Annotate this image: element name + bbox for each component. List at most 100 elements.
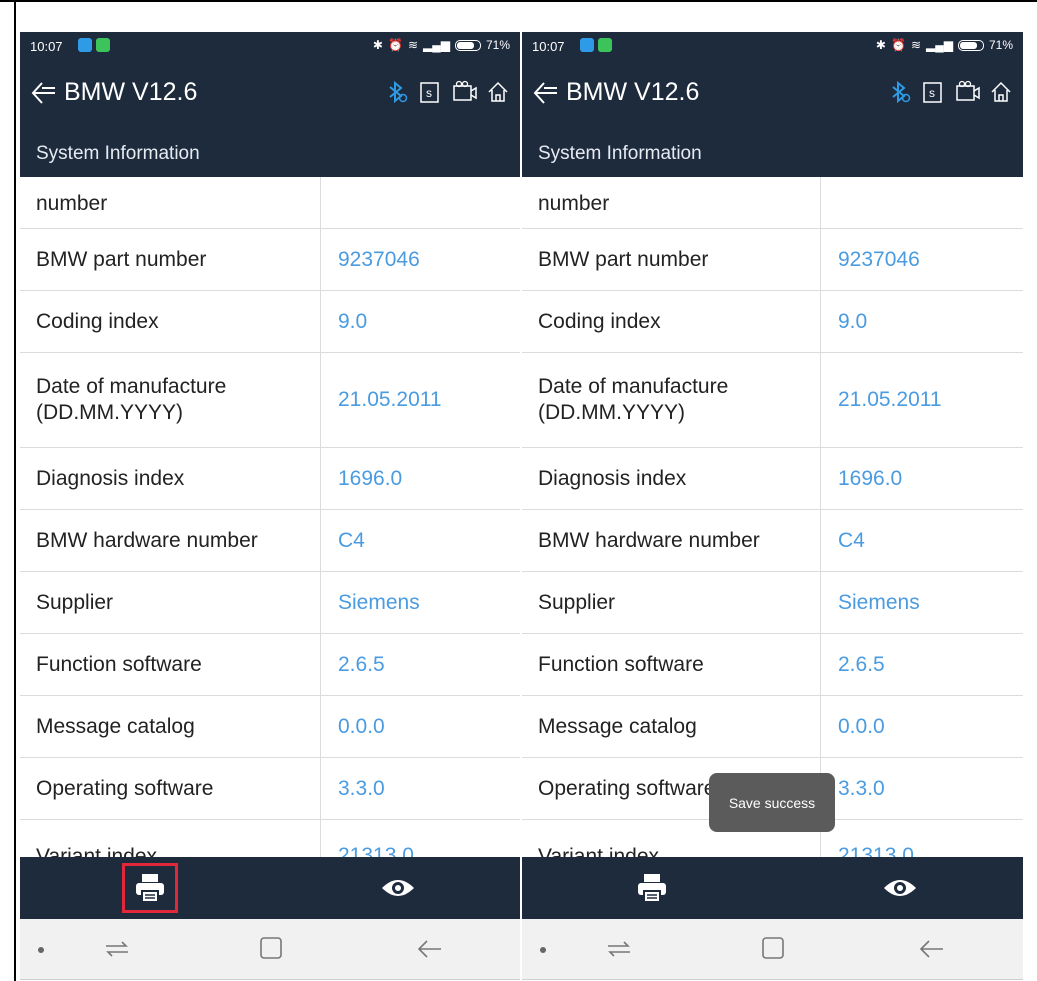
status-icons: ✱ ⏰ ≋ ▂▄▆ 71% (373, 38, 510, 52)
phone-screen-right: 10:07 ✱ ⏰ ≋ ▂▄▆ 71% BMW V12.6 s System I… (522, 32, 1023, 980)
row-label: Coding index (36, 309, 159, 333)
row-label: Function software (538, 652, 704, 676)
info-table: number BMW part number 9237046 Coding in… (522, 177, 1023, 857)
table-row: Function software 2.6.5 (522, 634, 1023, 696)
row-value: C4 (338, 528, 365, 552)
print-icon (136, 874, 164, 903)
row-label: BMW hardware number (538, 528, 760, 552)
print-button[interactable] (624, 863, 680, 913)
view-button[interactable] (370, 865, 426, 911)
home-square-icon[interactable] (760, 935, 786, 961)
table-row: Message catalog 0.0.0 (20, 696, 520, 758)
view-button[interactable] (872, 865, 928, 911)
bluetooth-status-icon: ✱ (875, 38, 886, 52)
page-subtitle: System Information (538, 143, 702, 164)
row-label: Variant index (36, 845, 158, 857)
app-bar: BMW V12.6 s System Information (20, 60, 520, 177)
status-icons: ✱ ⏰ ≋ ▂▄▆ 71% (876, 38, 1013, 52)
row-value: 9.0 (838, 309, 868, 333)
frame-top-border (0, 0, 1037, 2)
row-label: Variant index (538, 845, 660, 857)
home-square-icon[interactable] (258, 935, 284, 961)
app-title: BMW V12.6 (64, 78, 198, 106)
table-row: Coding index 9.0 (522, 291, 1023, 353)
bluetooth-icon[interactable] (887, 80, 911, 104)
table-row: Date of manufacture (DD.MM.YYYY) 21.05.2… (20, 353, 520, 448)
bluetooth-icon[interactable] (384, 80, 408, 104)
row-value: 21.05.2011 (338, 388, 442, 411)
s-box-icon[interactable]: s (921, 80, 945, 104)
signal-icon: ▂▄▆ (423, 38, 450, 52)
row-value: 3.3.0 (838, 776, 885, 800)
app-bar: BMW V12.6 s System Information (522, 60, 1023, 177)
row-value: 21.05.2011 (838, 388, 942, 411)
eye-icon (884, 880, 916, 896)
nav-back-icon[interactable] (415, 937, 445, 961)
home-icon[interactable] (989, 80, 1013, 104)
row-label: Diagnosis index (36, 466, 185, 490)
table-row: Coding index 9.0 (20, 291, 520, 353)
row-value: 3.3.0 (338, 776, 385, 800)
row-label: Diagnosis index (538, 466, 687, 490)
table-row: BMW part number 9237046 (20, 229, 520, 291)
system-nav-bar (20, 919, 520, 980)
row-label: Date of manufacture (DD.MM.YYYY) (538, 375, 729, 424)
table-row: Diagnosis index 1696.0 (522, 448, 1023, 510)
row-label: Supplier (538, 590, 616, 614)
back-arrow-icon[interactable] (532, 80, 560, 106)
print-button[interactable] (122, 863, 178, 913)
table-row: BMW part number 9237046 (522, 229, 1023, 291)
page-subtitle: System Information (36, 143, 200, 164)
notification-badges (580, 38, 612, 52)
battery-icon (454, 39, 481, 51)
status-bar: 10:07 ✱ ⏰ ≋ ▂▄▆ 71% (522, 32, 1023, 60)
app-toolbar: s (384, 80, 510, 104)
table-row: Operating software 3.3.0 (20, 758, 520, 820)
nav-back-icon[interactable] (917, 937, 947, 961)
row-label: BMW part number (36, 247, 207, 271)
app-title: BMW V12.6 (566, 78, 700, 106)
row-label: Message catalog (538, 714, 697, 738)
camera-icon[interactable] (955, 80, 980, 104)
row-value: 9.0 (338, 309, 368, 333)
frame-left-border (14, 0, 16, 981)
camera-icon[interactable] (452, 80, 477, 104)
wifi-icon: ≋ (407, 38, 418, 52)
status-bar: 10:07 ✱ ⏰ ≋ ▂▄▆ 71% (20, 32, 520, 60)
print-icon (638, 874, 666, 903)
back-arrow-icon[interactable] (30, 80, 58, 106)
alarm-icon: ⏰ (890, 38, 906, 52)
row-label: Supplier (36, 590, 114, 614)
recent-apps-icon[interactable] (102, 937, 132, 961)
home-icon[interactable] (486, 80, 510, 104)
recent-apps-icon[interactable] (604, 937, 634, 961)
row-label: Date of manufacture (DD.MM.YYYY) (36, 375, 227, 424)
row-value: 9237046 (338, 247, 420, 271)
row-value: C4 (838, 528, 865, 552)
alarm-icon: ⏰ (387, 38, 403, 52)
app-notification-icon (96, 38, 110, 52)
table-row: BMW hardware number C4 (20, 510, 520, 572)
s-box-icon[interactable]: s (418, 80, 442, 104)
table-row: Date of manufacture (DD.MM.YYYY) 21.05.2… (522, 353, 1023, 448)
table-row: BMW hardware number C4 (522, 510, 1023, 572)
row-label: BMW hardware number (36, 528, 258, 552)
row-value: 2.6.5 (338, 652, 385, 676)
row-value: 9237046 (838, 247, 920, 271)
status-time: 10:07 (532, 39, 565, 54)
save-success-toast: Save success (709, 773, 835, 832)
row-value: Siemens (838, 590, 920, 614)
signal-icon: ▂▄▆ (926, 38, 953, 52)
row-label: Operating software (36, 776, 214, 800)
system-nav-bar (522, 919, 1023, 980)
bluetooth-status-icon: ✱ (372, 38, 383, 52)
row-value: 21313.0 (838, 844, 914, 857)
phone-screen-left: 10:07 ✱ ⏰ ≋ ▂▄▆ 71% BMW V12.6 s System I… (20, 32, 520, 980)
table-row: Diagnosis index 1696.0 (20, 448, 520, 510)
nav-dot-icon (540, 947, 546, 953)
row-value: 1696.0 (338, 466, 403, 490)
table-row: Supplier Siemens (522, 572, 1023, 634)
svg-text:s: s (426, 86, 432, 100)
row-value: 2.6.5 (838, 652, 885, 676)
battery-icon (957, 39, 984, 51)
